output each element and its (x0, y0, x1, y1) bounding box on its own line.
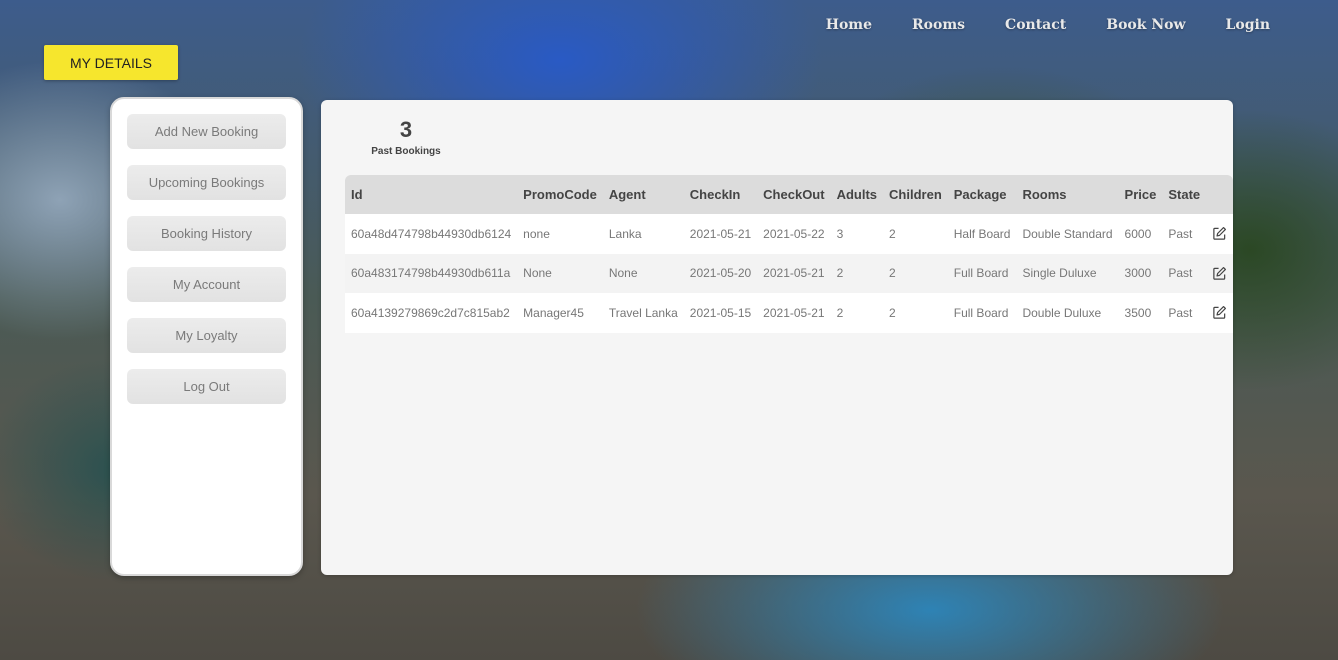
my-details-label: MY DETAILS (44, 45, 178, 80)
past-bookings-label: Past Bookings (371, 146, 441, 157)
table-row: 60a483174798b44930db611a None None 2021-… (345, 253, 1234, 293)
top-navigation: Home Rooms Contact Book Now Login (806, 17, 1290, 33)
cell-package: Half Board (947, 214, 1017, 254)
cell-price: 3000 (1118, 253, 1163, 293)
cell-rooms: Single Duluxe (1016, 253, 1119, 293)
cell-children: 2 (883, 214, 948, 254)
cell-children: 2 (883, 253, 948, 293)
column-header-promocode: PromoCode (517, 175, 603, 214)
cell-id: 60a483174798b44930db611a (345, 253, 518, 293)
cell-state: Past (1162, 253, 1207, 293)
cell-package: Full Board (947, 253, 1017, 293)
bookings-panel: 3 Past Bookings Id PromoCode Agent Check… (321, 100, 1234, 575)
column-header-checkin: CheckIn (683, 175, 758, 214)
column-header-action (1206, 175, 1234, 214)
nav-rooms-link[interactable]: Rooms (892, 17, 985, 33)
cell-checkout: 2021-05-21 (757, 293, 831, 333)
edit-icon[interactable] (1212, 266, 1227, 281)
cell-state: Past (1162, 293, 1207, 333)
cell-state: Past (1162, 214, 1207, 254)
cell-promocode: none (517, 214, 603, 254)
column-header-agent: Agent (602, 175, 684, 214)
past-bookings-summary: 3 Past Bookings (369, 117, 443, 157)
cell-agent: Travel Lanka (602, 293, 684, 333)
cell-agent: Lanka (602, 214, 684, 254)
log-out-button[interactable]: Log Out (127, 369, 286, 404)
cell-checkout: 2021-05-22 (757, 214, 831, 254)
upcoming-bookings-button[interactable]: Upcoming Bookings (127, 165, 286, 200)
cell-promocode: Manager45 (517, 293, 603, 333)
nav-contact-link[interactable]: Contact (985, 17, 1086, 33)
add-new-booking-button[interactable]: Add New Booking (127, 114, 286, 149)
table-header-row: Id PromoCode Agent CheckIn CheckOut Adul… (345, 175, 1234, 214)
cell-price: 6000 (1118, 214, 1163, 254)
cell-action (1206, 253, 1234, 293)
cell-checkin: 2021-05-21 (683, 214, 758, 254)
my-loyalty-button[interactable]: My Loyalty (127, 318, 286, 353)
cell-promocode: None (517, 253, 603, 293)
cell-rooms: Double Standard (1016, 214, 1119, 254)
sidebar: Add New Booking Upcoming Bookings Bookin… (110, 97, 303, 576)
cell-adults: 2 (830, 293, 884, 333)
cell-checkout: 2021-05-21 (757, 253, 831, 293)
my-account-button[interactable]: My Account (127, 267, 286, 302)
edit-icon[interactable] (1212, 226, 1227, 241)
column-header-children: Children (883, 175, 948, 214)
past-bookings-count: 3 (399, 117, 413, 142)
column-header-adults: Adults (830, 175, 884, 214)
column-header-package: Package (947, 175, 1017, 214)
cell-checkin: 2021-05-20 (683, 253, 758, 293)
edit-icon[interactable] (1212, 305, 1227, 320)
cell-checkin: 2021-05-15 (683, 293, 758, 333)
column-header-checkout: CheckOut (757, 175, 831, 214)
cell-action (1206, 214, 1234, 254)
cell-id: 60a48d474798b44930db6124 (345, 214, 518, 254)
nav-book-now-link[interactable]: Book Now (1086, 17, 1205, 33)
cell-adults: 3 (830, 214, 884, 254)
column-header-price: Price (1118, 175, 1163, 214)
cell-package: Full Board (947, 293, 1017, 333)
booking-history-button[interactable]: Booking History (127, 216, 286, 251)
cell-price: 3500 (1118, 293, 1163, 333)
column-header-state: State (1162, 175, 1207, 214)
bookings-table: Id PromoCode Agent CheckIn CheckOut Adul… (345, 175, 1234, 333)
table-row: 60a4139279869c2d7c815ab2 Manager45 Trave… (345, 293, 1234, 333)
nav-login-link[interactable]: Login (1206, 17, 1290, 33)
cell-action (1206, 293, 1234, 333)
column-header-rooms: Rooms (1016, 175, 1119, 214)
nav-home-link[interactable]: Home (806, 17, 892, 33)
cell-adults: 2 (830, 253, 884, 293)
cell-agent: None (602, 253, 684, 293)
column-header-id: Id (345, 175, 518, 214)
table-row: 60a48d474798b44930db6124 none Lanka 2021… (345, 214, 1234, 254)
cell-rooms: Double Duluxe (1016, 293, 1119, 333)
cell-id: 60a4139279869c2d7c815ab2 (345, 293, 518, 333)
cell-children: 2 (883, 293, 948, 333)
